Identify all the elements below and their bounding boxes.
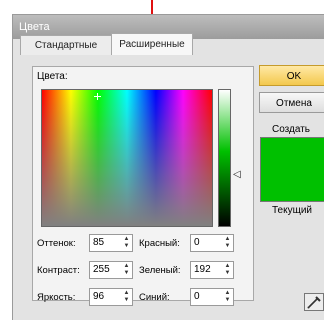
saturation-field[interactable]: 255 ▲ ▼ [89,261,133,279]
red-stepper-icon[interactable]: ▲ ▼ [224,236,231,250]
eyedropper-icon [307,296,321,309]
green-label: Зеленый: [139,265,181,276]
hue-stepper-icon[interactable]: ▲ ▼ [123,236,130,250]
luminance-value: 96 [93,291,105,302]
luminance-slider[interactable] [218,89,231,227]
cancel-button[interactable]: Отмена [259,92,324,113]
blue-stepper-icon[interactable]: ▲ ▼ [224,290,231,304]
blue-field[interactable]: 0 ▲ ▼ [190,288,234,306]
new-color-label: Создать [272,124,311,135]
green-field[interactable]: 192 ▲ ▼ [190,261,234,279]
color-preview-swatch [260,137,324,202]
colors-label: Цвета: [37,71,68,82]
green-stepper-icon[interactable]: ▲ ▼ [224,263,231,277]
luminance-field[interactable]: 96 ▲ ▼ [89,288,133,306]
saturation-label: Контраст: [37,265,80,276]
tab-custom[interactable]: Расширенные [111,33,193,55]
eyedropper-button[interactable] [304,293,324,311]
saturation-stepper-icon[interactable]: ▲ ▼ [123,263,130,277]
saturation-value: 255 [93,264,110,275]
spectrum-crosshair[interactable] [94,93,101,100]
red-field[interactable]: 0 ▲ ▼ [190,234,234,252]
luminance-label: Яркость: [37,292,76,303]
hue-value: 85 [93,237,105,248]
luminance-stepper-icon[interactable]: ▲ ▼ [123,290,130,304]
blue-label: Синий: [139,292,170,303]
current-color-label: Текущий [272,205,312,216]
red-label: Красный: [139,238,180,249]
ok-button[interactable]: OK [259,65,324,86]
hue-field[interactable]: 85 ▲ ▼ [89,234,133,252]
blue-value: 0 [194,291,200,302]
luminance-pointer-icon[interactable]: ◁ [233,169,241,180]
red-value: 0 [194,237,200,248]
tab-standard[interactable]: Стандартные [20,35,112,55]
color-spectrum[interactable] [41,89,213,227]
green-value: 192 [194,264,211,275]
hue-label: Оттенок: [37,238,76,249]
